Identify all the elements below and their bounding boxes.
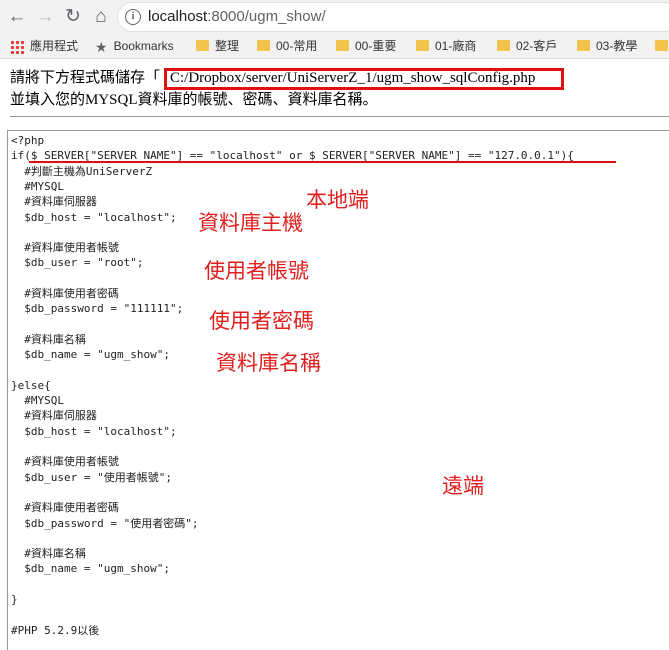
folder-icon — [577, 40, 590, 52]
code-line: #判斷主機為UniServerZ — [11, 164, 153, 178]
code-line: $db_user = "root"; — [11, 256, 144, 270]
bookmark-label: Bookmarks — [113, 39, 174, 53]
bookmark-folder-zhengli[interactable]: 整理 — [196, 37, 239, 55]
code-line: } — [11, 593, 18, 606]
back-arrow-icon[interactable]: ← — [4, 4, 30, 30]
code-line: $db_host = "localhost"; — [11, 210, 177, 224]
code-line: $db_user = "使用者帳號"; — [11, 470, 172, 484]
folder-icon — [416, 40, 429, 52]
bookmark-folder-02-clients[interactable]: 02-客戶 — [497, 37, 557, 55]
code-line: #資料庫使用者密碼 — [11, 287, 119, 300]
bookmark-folder-overflow[interactable] — [655, 37, 669, 55]
bookmark-folder-00-common[interactable]: 00-常用 — [257, 37, 317, 55]
bookmark-label: 02-客戶 — [516, 39, 558, 53]
bookmark-label: 00-重要 — [355, 39, 397, 53]
bookmark-label: 00-常用 — [276, 39, 318, 53]
forward-arrow-icon[interactable]: → — [32, 4, 58, 30]
config-file-path: C:/Dropbox/server/UniServerZ_1/ugm_show_… — [170, 70, 536, 86]
code-line: #資料庫使用者密碼 — [11, 501, 119, 515]
code-line: #資料庫伺服器 — [11, 195, 97, 209]
annotation-local: 本地端 — [306, 188, 369, 212]
code-line: #MYSQL — [11, 394, 64, 408]
bookmark-apps[interactable]: 應用程式 — [10, 37, 78, 55]
code-line: #資料庫使用者帳號 — [11, 455, 119, 469]
url-text[interactable]: localhost:8000/ugm_show/ — [148, 8, 326, 25]
annotation-db-name: 資料庫名稱 — [216, 351, 321, 375]
bookmark-label: 03-教學 — [596, 39, 638, 53]
annotation-db-password: 使用者密碼 — [209, 309, 314, 333]
star-icon: ★ — [95, 38, 108, 55]
annotation-db-host: 資料庫主機 — [198, 211, 303, 235]
folder-icon — [257, 40, 270, 52]
bookmark-bookmarks[interactable]: ★ Bookmarks — [95, 37, 174, 55]
home-icon[interactable]: ⌂ — [88, 4, 114, 30]
instruction-line2: 並填入您的MYSQL資料庫的帳號、密碼、資料庫名稱。 — [10, 92, 378, 108]
info-icon[interactable]: i — [125, 9, 141, 25]
bookmark-folder-03-teaching[interactable]: 03-教學 — [577, 37, 637, 55]
code-line: #資料庫名稱 — [11, 547, 86, 561]
divider — [10, 116, 669, 117]
browser-toolbar: ← → ↻ ⌂ i localhost:8000/ugm_show/ — [0, 0, 669, 34]
code-line: #PHP 5.2.9以後 — [11, 623, 100, 637]
code-line: <?php — [11, 134, 45, 147]
url-path: :8000/ugm_show/ — [207, 8, 326, 25]
bookmark-folder-00-important[interactable]: 00-重要 — [336, 37, 396, 55]
code-line: $db_name = "ugm_show"; — [11, 348, 170, 362]
annotation-remote: 遠端 — [442, 474, 484, 498]
code-line: $db_host = "localhost"; — [11, 424, 177, 438]
bookmark-folder-01-vendors[interactable]: 01-廠商 — [416, 37, 476, 55]
folder-icon — [655, 40, 668, 52]
code-line: $db_name = "ugm_show"; — [11, 562, 170, 576]
code-line: }else{ — [11, 378, 51, 392]
bookmarks-bar: 應用程式 ★ Bookmarks 整理 00-常用 00-重要 01-廠商 02-… — [0, 34, 669, 59]
condition-underline — [29, 161, 616, 163]
code-line: #資料庫使用者帳號 — [11, 241, 119, 255]
code-line: $db_password = "使用者密碼"; — [11, 516, 199, 530]
url-host: localhost — [148, 8, 208, 25]
address-bar[interactable]: i localhost:8000/ugm_show/ — [118, 3, 669, 31]
annotation-db-user: 使用者帳號 — [204, 259, 309, 283]
bookmark-label: 01-廠商 — [435, 39, 477, 53]
bookmark-label: 整理 — [215, 39, 240, 53]
reload-icon[interactable]: ↻ — [60, 4, 86, 30]
folder-icon — [196, 40, 209, 52]
folder-icon — [497, 40, 510, 52]
code-line: #資料庫伺服器 — [11, 409, 97, 423]
folder-icon — [336, 40, 349, 52]
code-line: #資料庫名稱 — [11, 332, 86, 346]
bookmark-label: 應用程式 — [30, 39, 79, 53]
apps-icon — [10, 39, 24, 54]
code-line: #MYSQL — [11, 179, 64, 193]
code-line: $db_password = "111111"; — [11, 302, 184, 316]
instruction-prefix: 請將下方程式碼儲存「 — [10, 70, 161, 86]
